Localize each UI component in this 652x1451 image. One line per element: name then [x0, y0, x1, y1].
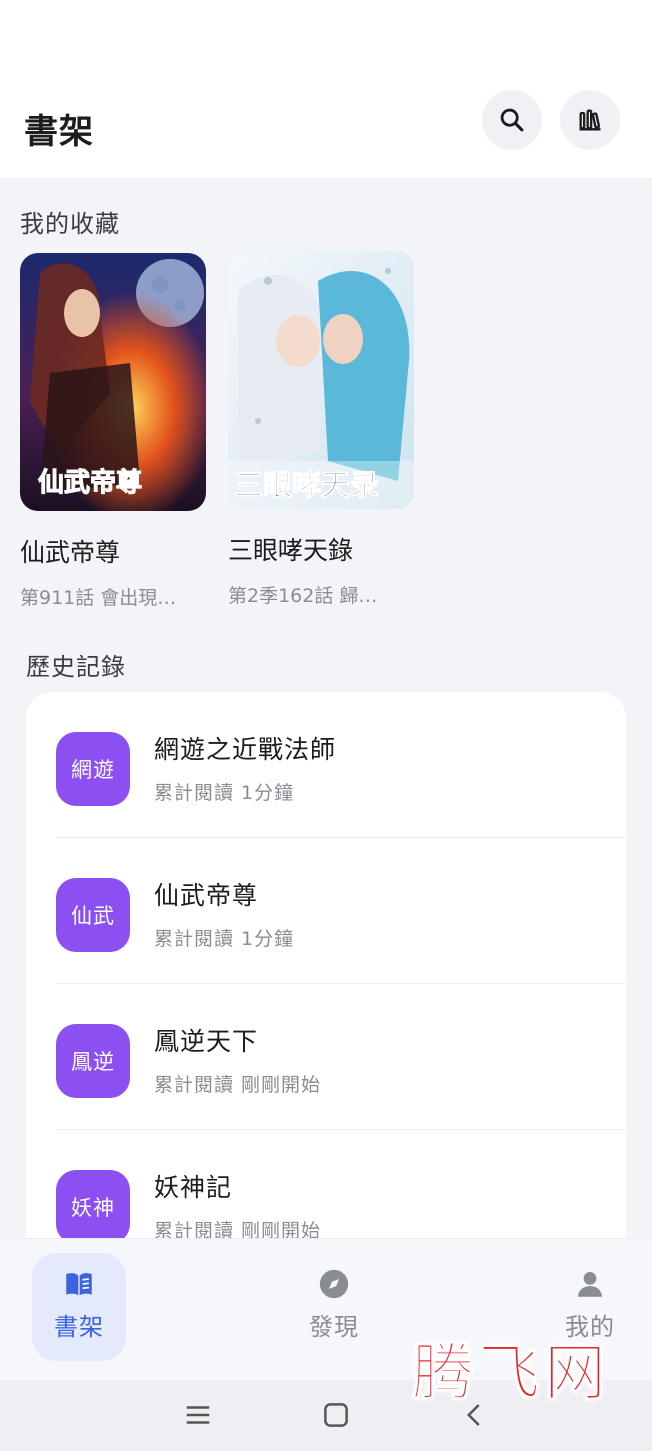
cover-logo-text: 仙武帝尊	[38, 467, 142, 498]
comic-badge: 妖神	[56, 1170, 130, 1244]
favorite-title: 仙武帝尊	[20, 538, 121, 567]
compass-icon	[319, 1269, 349, 1299]
home-icon[interactable]	[321, 1400, 351, 1430]
search-icon	[500, 108, 524, 132]
cover-art-1: 仙武帝尊	[20, 253, 206, 511]
favorite-title: 三眼哮天錄	[228, 536, 354, 565]
book-icon	[66, 1273, 92, 1296]
history-item-meta: 累計閱讀 剛剛開始	[154, 1074, 322, 1096]
cover-art-2: 三眼哮天录	[228, 251, 414, 509]
menu-icon[interactable]	[183, 1400, 213, 1430]
history-item[interactable]: 鳳逆 鳳逆天下 累計閱讀 剛剛開始	[26, 984, 626, 1130]
comic-badge: 仙武	[56, 878, 130, 952]
comic-cover[interactable]: 三眼哮天录	[228, 251, 414, 509]
bookshelf-button[interactable]	[560, 90, 620, 150]
nav-tab-discover[interactable]: 發現	[287, 1253, 381, 1361]
comic-badge: 網遊	[56, 732, 130, 806]
comic-badge: 鳳逆	[56, 1024, 130, 1098]
comic-cover[interactable]: 仙武帝尊	[20, 253, 206, 511]
favorite-progress: 第2季162話 歸…	[228, 585, 378, 607]
bookshelf-icon	[579, 109, 601, 131]
favorite-card[interactable]: 仙武帝尊 仙武帝尊 第911話 會出現…	[20, 253, 206, 610]
history-item-title: 仙武帝尊	[154, 881, 259, 910]
watermark-logo: 腾飞网	[411, 1336, 611, 1410]
history-item[interactable]: 仙武 仙武帝尊 累計閱讀 1分鐘	[26, 838, 626, 984]
history-list: 網遊 網遊之近戰法師 累計閱讀 1分鐘 仙武 仙武帝尊 累計閱讀 1分鐘 鳳逆 …	[26, 692, 626, 1292]
history-item-meta: 累計閱讀 1分鐘	[154, 928, 295, 950]
favorite-progress: 第911話 會出現…	[20, 587, 177, 609]
history-section-title: 歷史記錄	[26, 653, 126, 681]
cover-logo-text: 三眼哮天录	[234, 468, 379, 502]
nav-tab-bookshelf[interactable]: 書架	[32, 1253, 126, 1361]
status-bar	[0, 0, 652, 90]
user-icon	[577, 1271, 603, 1297]
history-item-meta: 累計閱讀 1分鐘	[154, 782, 295, 804]
history-item[interactable]: 網遊 網遊之近戰法師 累計閱讀 1分鐘	[26, 692, 626, 838]
history-item-title: 鳳逆天下	[154, 1027, 259, 1056]
favorite-card[interactable]: 三眼哮天录 三眼哮天錄 第2季162話 歸…	[228, 251, 414, 608]
page-title: 書架	[24, 112, 94, 152]
nav-label: 發現	[309, 1313, 359, 1341]
favorites-section-title: 我的收藏	[20, 210, 120, 238]
nav-label: 書架	[54, 1313, 104, 1341]
search-button[interactable]	[482, 90, 542, 150]
history-item-title: 網遊之近戰法師	[154, 735, 337, 764]
app-header: 書架	[0, 80, 652, 179]
history-item-title: 妖神記	[154, 1173, 233, 1202]
